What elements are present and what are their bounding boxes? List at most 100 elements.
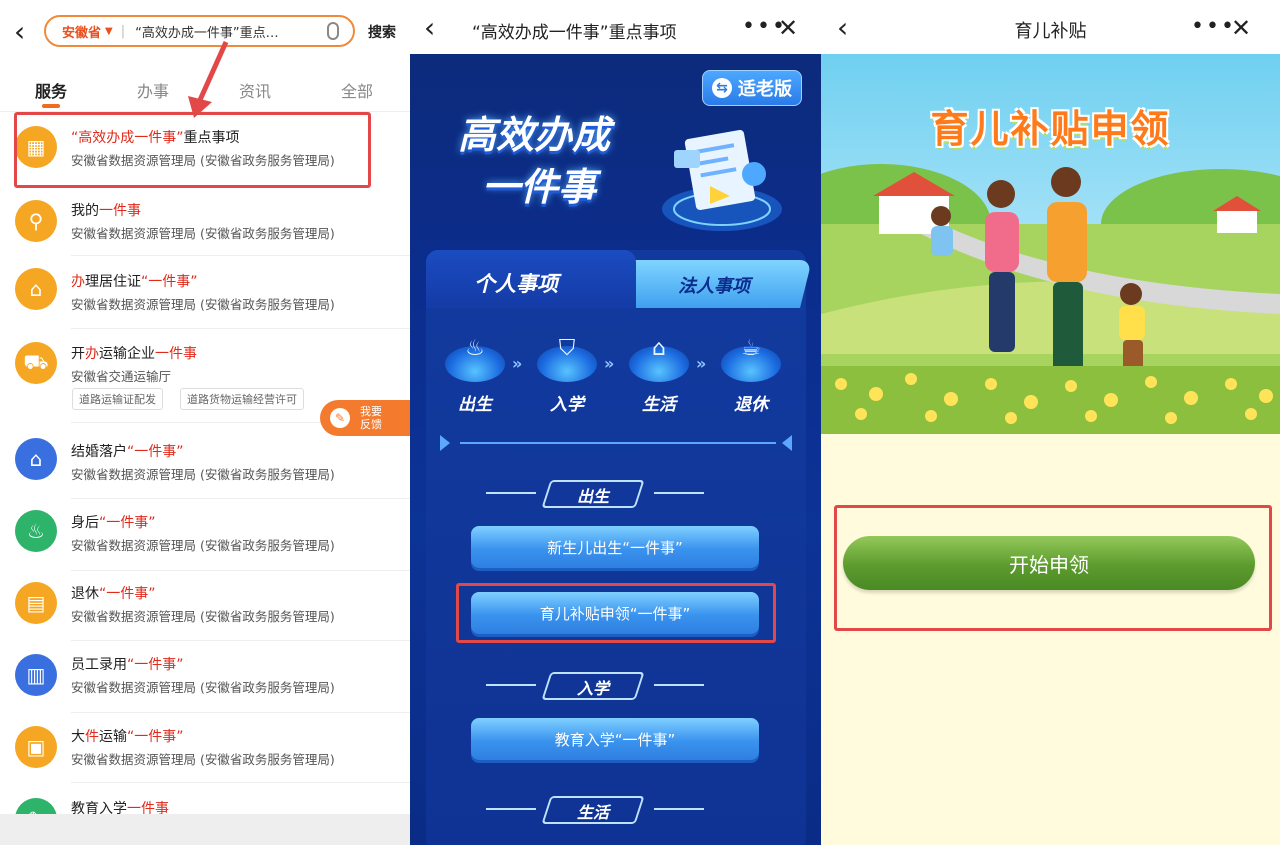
item-subtitle: 安徽省数据资源管理局 (安徽省政务服务管理局) bbox=[71, 752, 335, 767]
triangle-right-icon bbox=[440, 435, 450, 451]
item-title: 员工录用“一件事” bbox=[71, 657, 184, 673]
swap-icon: ⇆ bbox=[712, 78, 732, 98]
list-item[interactable]: ⌂ 办理居住证“一件事” 安徽省数据资源管理局 (安徽省政务服务管理局) bbox=[0, 258, 410, 330]
tag-chip[interactable]: 道路货物运输经营许可 bbox=[180, 388, 304, 410]
chevron-left-icon[interactable]: ‹ bbox=[14, 18, 25, 46]
search-hand-icon: ⚲ bbox=[15, 200, 57, 242]
school-icon: ✎ bbox=[15, 798, 57, 814]
list-item[interactable]: ⚲ 我的一件事 安徽省数据资源管理局 (安徽省政务服务管理局) bbox=[0, 188, 410, 256]
item-title: 结婚落户“一件事” bbox=[71, 444, 184, 460]
item-subtitle: 安徽省数据资源管理局 (安徽省政务服务管理局) bbox=[71, 226, 335, 241]
microphone-icon[interactable] bbox=[327, 22, 339, 40]
affairs-body: ⇆ 适老版 高效办成 一件事 个人事项 法人事项 ♨ 出生 » ⛉ 入学 » ⌂… bbox=[410, 54, 821, 845]
item-title: 我的一件事 bbox=[71, 203, 141, 219]
section-header-life: 生活 bbox=[486, 796, 736, 826]
truck-icon: ⛟ bbox=[15, 342, 57, 384]
divider bbox=[71, 782, 410, 783]
caret-down-icon[interactable]: ▼ bbox=[105, 26, 113, 37]
stage-school[interactable]: ⛉ 入学 bbox=[536, 336, 598, 415]
item-title: 退休“一件事” bbox=[71, 586, 156, 602]
form-icon: ▥ bbox=[15, 654, 57, 696]
list-item[interactable]: ✎ 教育入学一件事 bbox=[0, 786, 410, 814]
banner-title: 育儿补贴申领 bbox=[930, 107, 1171, 151]
stage-life[interactable]: ⌂ 生活 bbox=[628, 336, 690, 415]
newborn-button[interactable]: 新生儿出生“一件事” bbox=[471, 526, 759, 568]
search-button[interactable]: 搜索 bbox=[368, 22, 396, 42]
tab-affairs[interactable]: 办事 bbox=[137, 78, 169, 102]
search-query[interactable]: “高效办成一件事”重点… bbox=[135, 22, 321, 41]
affairs-tab-card: 个人事项 法人事项 ♨ 出生 » ⛉ 入学 » ⌂ 生活 » ☕ 退休 出生 新… bbox=[426, 250, 812, 845]
item-subtitle: 安徽省交通运输厅 bbox=[71, 369, 172, 384]
section-title: 出生 bbox=[576, 487, 609, 506]
school-enroll-button[interactable]: 教育入学“一件事” bbox=[471, 718, 759, 760]
chevron-left-icon[interactable]: ‹ bbox=[424, 14, 435, 42]
elder-mode-button[interactable]: ⇆ 适老版 bbox=[702, 70, 802, 106]
divider bbox=[486, 492, 536, 494]
stage-label: 入学 bbox=[550, 395, 584, 415]
close-icon[interactable]: ✕ bbox=[778, 16, 798, 40]
divider bbox=[654, 684, 704, 686]
edit-icon: ✎ bbox=[330, 408, 350, 428]
cake-icon: ♨ bbox=[445, 336, 505, 382]
active-tab-indicator bbox=[42, 104, 60, 108]
chevron-double-icon: » bbox=[604, 354, 615, 373]
stage-retire[interactable]: ☕ 退休 bbox=[720, 336, 782, 415]
divider bbox=[654, 492, 704, 494]
service-search-panel: ‹ 安徽省 ▼ | “高效办成一件事”重点… 搜索 服务 办事 资讯 全部 ▦ … bbox=[0, 0, 410, 845]
province-selector[interactable]: 安徽省 bbox=[62, 22, 101, 41]
memorial-icon: ♨ bbox=[15, 510, 57, 552]
stage-label: 生活 bbox=[642, 395, 676, 415]
list-item[interactable]: ▥ 员工录用“一件事” 安徽省数据资源管理局 (安徽省政务服务管理局) bbox=[0, 642, 410, 714]
list-item[interactable]: ▣ 大件运输“一件事” 安徽省数据资源管理局 (安徽省政务服务管理局) bbox=[0, 714, 410, 786]
nav-bar: ‹ “高效办成一件事”重点事项 ••• ✕ bbox=[410, 0, 821, 54]
subsidy-panel: ‹ 育儿补贴 ••• ✕ 育儿补贴申领 开始申领 bbox=[821, 0, 1280, 845]
document-illustration-icon bbox=[662, 129, 782, 231]
stage-birth[interactable]: ♨ 出生 bbox=[444, 336, 506, 415]
divider bbox=[486, 684, 536, 686]
section-title: 入学 bbox=[576, 679, 609, 698]
item-title: 大件运输“一件事” bbox=[71, 729, 184, 745]
highlight-box bbox=[834, 505, 1272, 631]
item-subtitle: 安徽省数据资源管理局 (安徽省政务服务管理局) bbox=[71, 297, 335, 312]
teacup-icon: ☕ bbox=[721, 336, 781, 382]
affairs-panel: ‹ “高效办成一件事”重点事项 ••• ✕ ⇆ 适老版 高效办成 一件事 个人事… bbox=[410, 0, 821, 845]
list-item[interactable]: ♨ 身后“一件事” 安徽省数据资源管理局 (安徽省政务服务管理局) bbox=[0, 500, 410, 572]
tab-service[interactable]: 服务 bbox=[35, 78, 67, 102]
page-title: “高效办成一件事”重点事项 bbox=[472, 23, 677, 43]
divider bbox=[71, 640, 410, 641]
cargo-icon: ▣ bbox=[15, 726, 57, 768]
tab-personal-label[interactable]: 个人事项 bbox=[474, 268, 558, 298]
nav-bar: ‹ 育儿补贴 ••• ✕ bbox=[821, 0, 1280, 54]
divider bbox=[71, 328, 410, 329]
bottom-bar bbox=[0, 814, 410, 845]
divider bbox=[71, 712, 410, 713]
highlight-box bbox=[456, 583, 776, 643]
triangle-left-icon bbox=[782, 435, 792, 451]
item-title: 教育入学一件事 bbox=[71, 801, 169, 814]
item-title: 办理居住证“一件事” bbox=[71, 274, 198, 290]
item-subtitle: 安徽省数据资源管理局 (安徽省政务服务管理局) bbox=[71, 467, 335, 482]
item-subtitle: 安徽省数据资源管理局 (安徽省政务服务管理局) bbox=[71, 609, 335, 624]
hero-title-line1: 高效办成 bbox=[458, 113, 611, 157]
more-icon[interactable]: ••• bbox=[1191, 16, 1236, 38]
divider bbox=[71, 498, 410, 499]
divider bbox=[71, 255, 410, 256]
retire-doc-icon: ▤ bbox=[15, 582, 57, 624]
divider bbox=[460, 442, 776, 444]
chevron-double-icon: » bbox=[696, 354, 707, 373]
section-header-birth: 出生 bbox=[486, 480, 736, 510]
section-header-school: 入学 bbox=[486, 672, 736, 702]
close-icon[interactable]: ✕ bbox=[1231, 16, 1251, 40]
stage-label: 退休 bbox=[734, 395, 768, 415]
item-subtitle: 安徽省数据资源管理局 (安徽省政务服务管理局) bbox=[71, 538, 335, 553]
tab-legal-label[interactable]: 法人事项 bbox=[678, 272, 750, 298]
tag-chip[interactable]: 道路运输证配发 bbox=[72, 388, 163, 410]
hero-title-line2: 一件事 bbox=[482, 165, 597, 209]
list-item[interactable]: ⌂ 结婚落户“一件事” 安徽省数据资源管理局 (安徽省政务服务管理局) bbox=[0, 428, 410, 500]
divider bbox=[486, 808, 536, 810]
house-icon: ⌂ bbox=[15, 268, 57, 310]
stage-label: 出生 bbox=[458, 395, 492, 415]
list-item[interactable]: ▤ 退休“一件事” 安徽省数据资源管理局 (安徽省政务服务管理局) bbox=[0, 572, 410, 644]
divider bbox=[654, 808, 704, 810]
tab-all[interactable]: 全部 bbox=[341, 78, 373, 102]
